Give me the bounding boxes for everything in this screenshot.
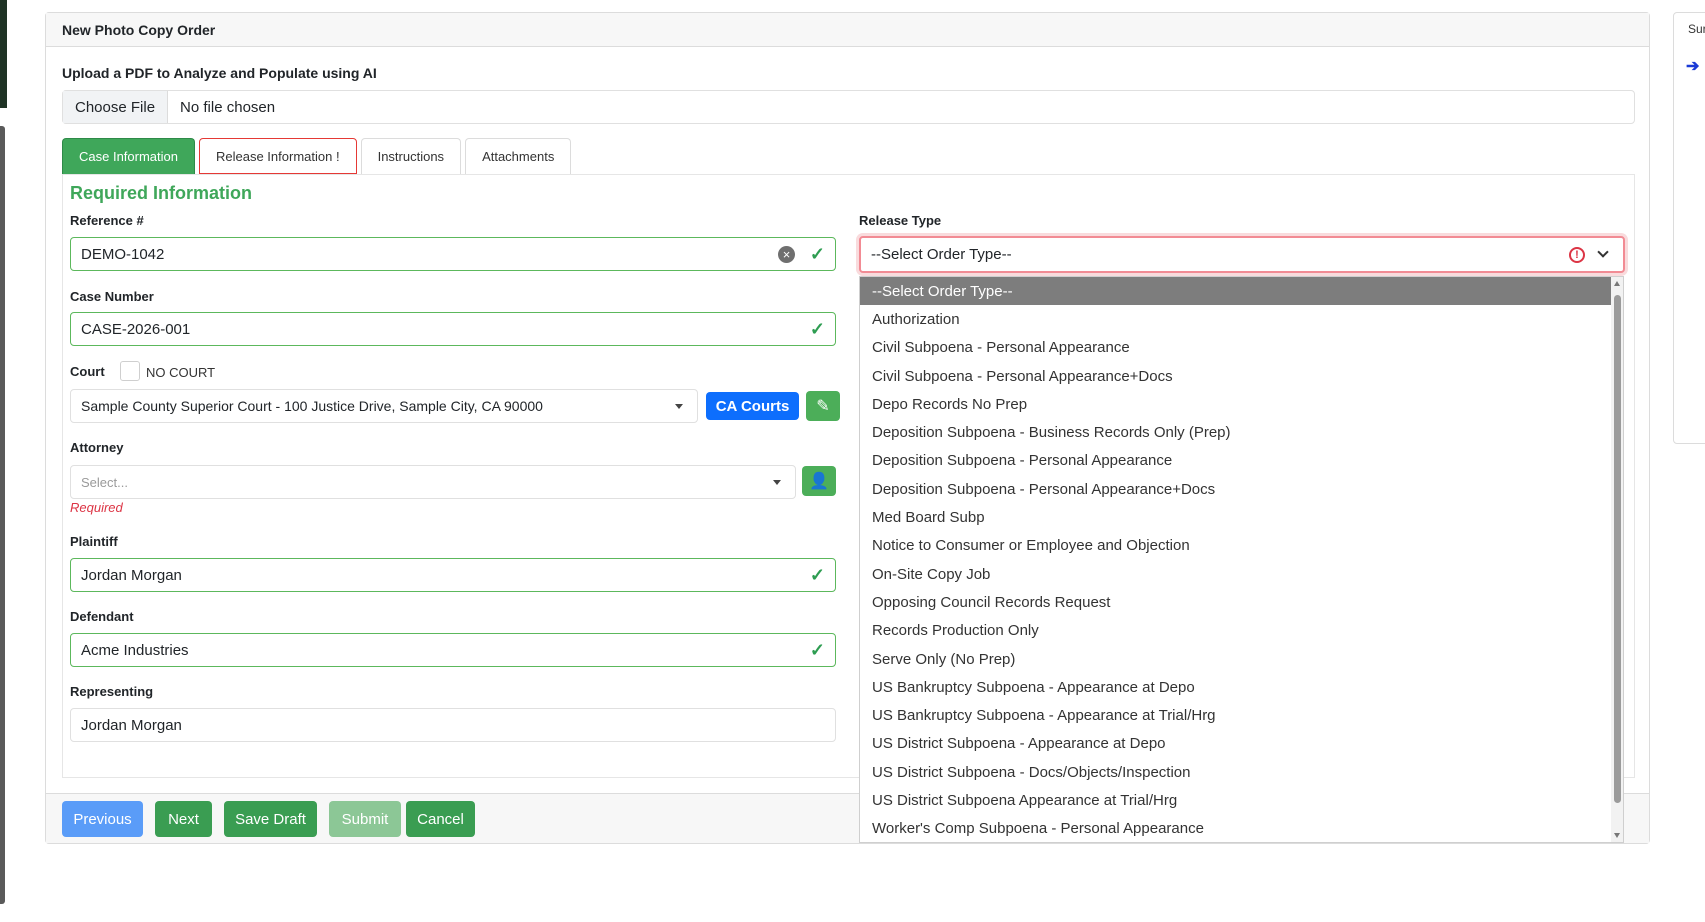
dropdown-option[interactable]: Notice to Consumer or Employee and Objec… — [860, 532, 1612, 560]
scroll-up-icon[interactable] — [1614, 281, 1620, 286]
arrow-right-icon[interactable]: ➔ — [1686, 56, 1699, 76]
dropdown-option[interactable]: US Bankruptcy Subpoena - Appearance at T… — [860, 701, 1612, 729]
left-scroll-edge — [0, 126, 5, 904]
court-value: Sample County Superior Court - 100 Justi… — [81, 398, 543, 414]
submit-button[interactable]: Submit — [329, 801, 401, 837]
scroll-thumb[interactable] — [1614, 295, 1621, 803]
file-status: No file chosen — [180, 98, 276, 116]
dropdown-option[interactable]: US District Subpoena - Appearance at Dep… — [860, 730, 1612, 758]
attorney-required-message: Required — [70, 500, 123, 515]
dropdown-option[interactable]: Records Production Only — [860, 617, 1612, 645]
release-type-dropdown: --Select Order Type-- Authorization Civi… — [859, 276, 1624, 843]
choose-file-button[interactable]: Choose File — [63, 91, 169, 123]
reference-label: Reference # — [70, 213, 144, 228]
exclamation-circle-icon: ! — [1569, 247, 1585, 263]
dropdown-option[interactable]: --Select Order Type-- — [860, 277, 1612, 306]
tab-release-information[interactable]: Release Information ! — [199, 138, 357, 174]
release-type-value: --Select Order Type-- — [871, 246, 1012, 263]
pdf-file-input[interactable]: Choose File No file chosen — [62, 90, 1635, 124]
attorney-placeholder: Select... — [81, 474, 128, 490]
checkmark-icon: ✓ — [809, 244, 825, 264]
dropdown-option[interactable]: Deposition Subpoena - Personal Appearanc… — [860, 475, 1612, 503]
tab-attachments[interactable]: Attachments — [465, 138, 572, 174]
reference-value: DEMO-1042 — [81, 245, 165, 263]
checkmark-icon: ✓ — [809, 319, 825, 339]
no-court-label: NO COURT — [146, 365, 216, 380]
checkmark-icon: ✓ — [809, 565, 825, 585]
dropdown-scrollbar[interactable] — [1611, 277, 1623, 842]
court-select[interactable]: Sample County Superior Court - 100 Justi… — [70, 389, 698, 423]
plaintiff-value: Jordan Morgan — [81, 566, 182, 584]
dropdown-option[interactable]: Depo Records No Prep — [860, 390, 1612, 418]
case-number-label: Case Number — [70, 289, 154, 304]
cancel-button[interactable]: Cancel — [406, 801, 475, 837]
defendant-input[interactable]: Acme Industries ✓ — [70, 633, 836, 667]
dropdown-option[interactable]: Worker's Comp Subpoena - Personal Appear… — [860, 815, 1612, 842]
dropdown-option[interactable]: Deposition Subpoena - Personal Appearanc… — [860, 447, 1612, 475]
release-type-label: Release Type — [859, 213, 942, 228]
tab-bar: Case Information Release Information ! I… — [62, 138, 572, 174]
plaintiff-label: Plaintiff — [70, 534, 118, 549]
court-label: Court — [70, 364, 105, 379]
dropdown-option[interactable]: Serve Only (No Prep) — [860, 645, 1612, 673]
case-number-input[interactable]: CASE-2026-001 ✓ — [70, 312, 836, 346]
next-button[interactable]: Next — [155, 801, 212, 837]
ca-courts-button[interactable]: CA Courts — [706, 392, 799, 420]
plaintiff-input[interactable]: Jordan Morgan ✓ — [70, 558, 836, 592]
no-court-checkbox[interactable] — [120, 361, 140, 381]
left-edge-bar — [0, 0, 7, 108]
dropdown-option[interactable]: Authorization — [860, 305, 1612, 333]
dropdown-option[interactable]: US Bankruptcy Subpoena - Appearance at D… — [860, 673, 1612, 701]
reference-input[interactable]: DEMO-1042 × ✓ — [70, 237, 836, 271]
dropdown-option[interactable]: US District Subpoena Appearance at Trial… — [860, 786, 1612, 814]
defendant-label: Defendant — [70, 609, 134, 624]
clear-icon[interactable]: × — [778, 246, 795, 263]
attorney-select[interactable]: Select... — [70, 465, 796, 499]
dropdown-option[interactable]: Civil Subpoena - Personal Appearance+Doc… — [860, 362, 1612, 390]
representing-value: Jordan Morgan — [81, 716, 182, 734]
representing-input[interactable]: Jordan Morgan — [70, 708, 836, 742]
card-title: New Photo Copy Order — [62, 21, 216, 38]
chevron-down-icon — [773, 480, 781, 485]
defendant-value: Acme Industries — [81, 641, 189, 659]
case-number-value: CASE-2026-001 — [81, 320, 191, 338]
dropdown-option[interactable]: On-Site Copy Job — [860, 560, 1612, 588]
pencil-icon[interactable]: ✎ — [806, 391, 840, 421]
tab-case-information[interactable]: Case Information — [62, 138, 195, 174]
summary-title: Sur — [1688, 22, 1705, 36]
dropdown-option[interactable]: Civil Subpoena - Personal Appearance — [860, 334, 1612, 362]
dropdown-option[interactable]: Opposing Council Records Request — [860, 588, 1612, 616]
checkmark-icon: ✓ — [809, 640, 825, 660]
representing-label: Representing — [70, 684, 154, 699]
previous-button[interactable]: Previous — [62, 801, 143, 837]
tab-instructions[interactable]: Instructions — [360, 138, 462, 174]
upload-label: Upload a PDF to Analyze and Populate usi… — [62, 65, 377, 81]
chevron-down-icon — [675, 404, 683, 409]
user-edit-icon[interactable]: 👤 — [802, 466, 836, 496]
save-draft-button[interactable]: Save Draft — [224, 801, 317, 837]
card-header: New Photo Copy Order — [46, 13, 1649, 47]
summary-panel — [1673, 12, 1705, 444]
attorney-label: Attorney — [70, 440, 124, 455]
dropdown-option[interactable]: Med Board Subp — [860, 503, 1612, 531]
dropdown-option[interactable]: US District Subpoena - Docs/Objects/Insp… — [860, 758, 1612, 786]
chevron-down-icon[interactable] — [1597, 246, 1609, 258]
release-type-select[interactable]: --Select Order Type-- ! — [859, 236, 1625, 273]
dropdown-option[interactable]: Deposition Subpoena - Business Records O… — [860, 418, 1612, 446]
section-title: Required Information — [70, 183, 253, 203]
scroll-down-icon[interactable] — [1614, 833, 1620, 838]
